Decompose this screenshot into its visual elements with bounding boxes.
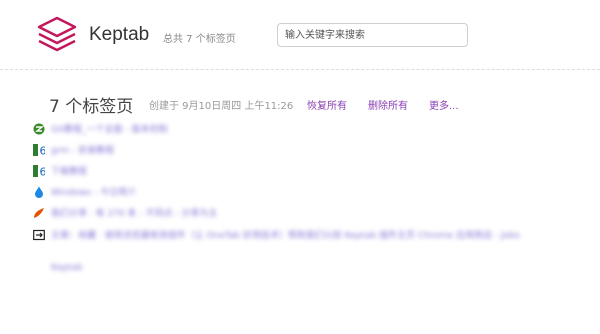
svg-text:6: 6 bbox=[40, 145, 46, 157]
green-circle-icon bbox=[33, 123, 45, 135]
exit-icon bbox=[33, 229, 45, 241]
tab-title[interactable]: Git教程_一个全面 - 版本控制 bbox=[51, 122, 167, 135]
tab-title[interactable]: Keptab bbox=[51, 263, 82, 273]
tab-group-header: 7 个标签页 创建于 9月10日周四 上午11:26 恢复所有 删除所有 更多.… bbox=[49, 92, 589, 117]
orange-bird-icon bbox=[33, 207, 45, 219]
search-input[interactable] bbox=[277, 23, 468, 47]
more-button[interactable]: 更多... bbox=[429, 97, 459, 112]
tab-title[interactable]: Windows - 今日简介 bbox=[51, 185, 136, 198]
total-tabs-count: 总共 7 个标签页 bbox=[163, 34, 236, 45]
group-created-time: 创建于 9月10日周四 上午11:26 bbox=[149, 101, 294, 112]
water-drop-icon bbox=[33, 186, 45, 198]
tab-title[interactable]: 我们分享 · 有 270 条 - 不同点 - 分享为主 bbox=[51, 206, 217, 219]
svg-text:6: 6 bbox=[40, 166, 46, 178]
tab-title[interactable]: 下载教程 bbox=[51, 164, 87, 177]
layers-logo-icon bbox=[37, 16, 77, 52]
header: Keptab 总共 7 个标签页 bbox=[0, 0, 600, 70]
delete-all-button[interactable]: 删除所有 bbox=[368, 97, 408, 112]
tab-title[interactable]: 文章：收藏 · 使用浏览器有效组件（让 OneTab 好用技术）帮助我们以前 K… bbox=[51, 228, 531, 245]
num-6-icon: 6 bbox=[33, 165, 45, 177]
num-6-icon: 6 bbox=[33, 144, 45, 156]
restore-all-button[interactable]: 恢复所有 bbox=[307, 97, 347, 112]
tab-title[interactable]: grm - 安装教程 bbox=[51, 143, 114, 156]
app-name: Keptab bbox=[89, 24, 150, 45]
group-title: 7 个标签页 bbox=[49, 97, 134, 117]
